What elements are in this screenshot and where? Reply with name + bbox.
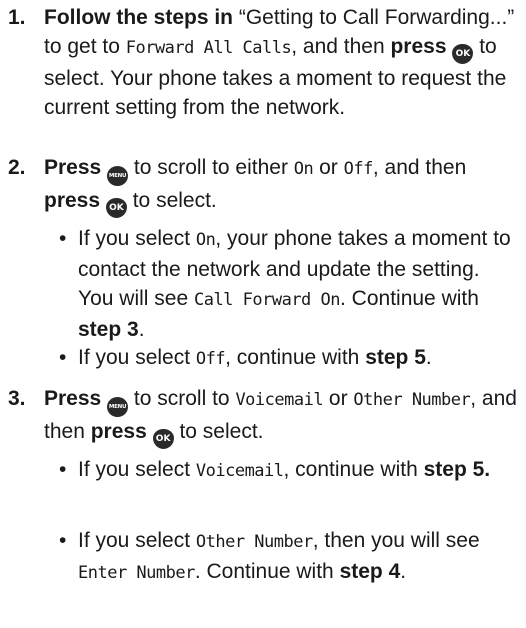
display-text: Other Number xyxy=(353,390,471,410)
bullet-text: If you select On, your phone takes a mom… xyxy=(78,224,520,344)
text-run: If you select xyxy=(78,346,196,369)
text-run: to select. xyxy=(126,189,217,212)
step-1: 1. Follow the steps in “Getting to Call … xyxy=(0,3,520,122)
text-run: . Continue with xyxy=(194,560,340,583)
bullet-icon: • xyxy=(59,529,67,552)
step-number: 1. xyxy=(8,6,26,29)
text-run: to scroll to xyxy=(128,387,236,410)
ok-key-icon: OK xyxy=(452,44,474,64)
display-text: Off xyxy=(195,349,226,369)
step-number: 2. xyxy=(8,156,26,179)
step-3: 3. Press MENU to scroll to Voicemail or … xyxy=(0,384,520,449)
text-run: . xyxy=(138,318,145,341)
text-run: , and then xyxy=(372,156,467,179)
text-run: , then you will see xyxy=(312,529,480,552)
step-reference: step 4 xyxy=(339,560,401,583)
text-run: to scroll to either xyxy=(128,156,294,179)
text-run: If you select xyxy=(78,458,196,481)
bullet-icon: • xyxy=(59,227,67,250)
step-text: Follow the steps in “Getting to Call For… xyxy=(44,3,520,122)
ok-key-icon: OK xyxy=(152,429,174,449)
text-run: or xyxy=(323,387,354,410)
press-word: press xyxy=(390,35,447,58)
ok-key-icon: OK xyxy=(105,198,127,218)
text-run: or xyxy=(313,156,344,179)
step-text: Press MENU to scroll to either On or Off… xyxy=(44,153,520,218)
press-word: press xyxy=(44,189,101,212)
text-run: If you select xyxy=(78,529,196,552)
display-text: Forward All Calls xyxy=(125,38,292,58)
display-text: Off xyxy=(343,159,374,179)
display-text: Other Number xyxy=(195,532,313,552)
display-text: On xyxy=(195,230,216,250)
step-reference: step 5 xyxy=(365,346,426,369)
display-text: On xyxy=(293,159,314,179)
display-text: Voicemail xyxy=(195,461,284,481)
list-item: • If you select Other Number, then you w… xyxy=(0,526,520,588)
bullet-icon: • xyxy=(59,346,67,369)
step-number: 3. xyxy=(8,387,26,410)
step-reference: step 3 xyxy=(78,318,139,341)
text-run: , and then xyxy=(291,35,391,58)
list-item: • If you select Off, continue with step … xyxy=(0,343,520,374)
text-run: to select. xyxy=(173,420,264,443)
press-word: Press xyxy=(44,156,102,179)
press-word: press xyxy=(90,420,147,443)
bullet-icon: • xyxy=(59,458,67,481)
text-run: . Continue with xyxy=(340,287,479,310)
step-2: 2. Press MENU to scroll to either On or … xyxy=(0,153,520,218)
text-run: . xyxy=(425,346,432,369)
bullet-text: If you select Voicemail, continue with s… xyxy=(78,455,520,486)
list-item: • If you select On, your phone takes a m… xyxy=(0,224,520,344)
step-reference: step 5. xyxy=(423,458,491,481)
bullet-text: If you select Other Number, then you wil… xyxy=(78,526,520,588)
step-text: Press MENU to scroll to Voicemail or Oth… xyxy=(44,384,520,449)
display-text: Enter Number xyxy=(78,563,195,583)
text-run: , continue with xyxy=(283,458,424,481)
text-run: , continue with xyxy=(225,346,366,369)
text-run: . xyxy=(400,560,407,583)
press-word: Press xyxy=(44,387,102,410)
bullet-text: If you select Off, continue with step 5. xyxy=(78,343,520,374)
menu-key-icon: MENU xyxy=(107,166,129,186)
step-lead: Follow the steps in xyxy=(44,6,234,29)
menu-key-icon: MENU xyxy=(107,397,129,417)
display-text: Call Forward On xyxy=(193,290,341,310)
text-run: If you select xyxy=(78,227,196,250)
list-item: • If you select Voicemail, continue with… xyxy=(0,455,520,486)
manual-page: 1. Follow the steps in “Getting to Call … xyxy=(0,0,526,628)
display-text: Voicemail xyxy=(235,390,324,410)
